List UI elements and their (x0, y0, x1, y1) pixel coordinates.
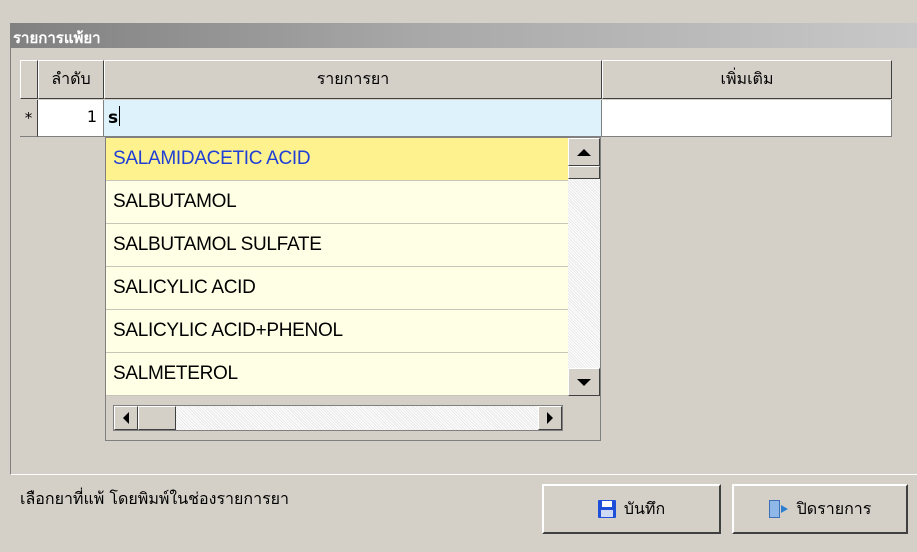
scroll-right-button[interactable] (538, 406, 562, 430)
close-list-button[interactable]: ปิดรายการ (732, 484, 908, 534)
horizontal-scrollbar-area (106, 396, 568, 440)
vertical-scroll-thumb[interactable] (568, 166, 600, 179)
drug-name-input[interactable]: s (104, 100, 602, 137)
row-indicator-header (20, 60, 38, 99)
drug-suggestion-item[interactable]: SALBUTAMOL (106, 181, 568, 224)
row-seq-cell[interactable]: 1 (38, 100, 104, 137)
arrow-down-icon (577, 378, 591, 386)
drug-suggestion-item[interactable]: SALAMIDACETIC ACID (106, 138, 568, 181)
horizontal-scroll-thumb[interactable] (138, 406, 176, 430)
horizontal-scrollbar[interactable] (113, 405, 563, 431)
close-button-label: ปิดรายการ (796, 498, 872, 518)
scroll-up-button[interactable] (568, 138, 600, 166)
floppy-disk-icon (597, 500, 616, 518)
arrow-left-icon (123, 412, 129, 424)
new-row-asterisk: * (24, 109, 33, 127)
arrow-up-icon (577, 148, 591, 156)
drug-name-value: s (108, 108, 119, 128)
save-button[interactable]: บันทึก (542, 484, 721, 534)
column-header-drug[interactable]: รายการยา (104, 60, 602, 99)
arrow-right-icon (547, 412, 553, 424)
drug-suggestion-item[interactable]: SALICYLIC ACID (106, 267, 568, 310)
scrollbar-corner (568, 396, 600, 440)
drug-suggestion-item[interactable]: SALMETEROL (106, 353, 568, 396)
text-cursor (119, 106, 121, 126)
door-exit-icon (768, 500, 789, 518)
drug-autocomplete-dropdown[interactable]: SALAMIDACETIC ACID SALBUTAMOL SALBUTAMOL… (105, 137, 601, 441)
drug-suggestion-list: SALAMIDACETIC ACID SALBUTAMOL SALBUTAMOL… (106, 138, 568, 396)
save-button-label: บันทึก (623, 498, 666, 518)
hint-text: เลือกยาที่แพ้ โดยพิมพ์ในช่องรายการยา (20, 489, 290, 508)
extra-info-cell[interactable] (602, 100, 892, 137)
vertical-scrollbar[interactable] (568, 138, 600, 396)
column-header-seq[interactable]: ลำดับ (38, 60, 104, 99)
scroll-left-button[interactable] (114, 406, 138, 430)
drug-suggestion-item[interactable]: SALBUTAMOL SULFATE (106, 224, 568, 267)
scroll-down-button[interactable] (568, 368, 600, 396)
column-header-extra[interactable]: เพิ่มเติม (602, 60, 892, 99)
new-row-marker: * (20, 100, 38, 137)
window-title: รายการแพ้ยา (10, 23, 917, 48)
drug-suggestion-item[interactable]: SALICYLIC ACID+PHENOL (106, 310, 568, 353)
